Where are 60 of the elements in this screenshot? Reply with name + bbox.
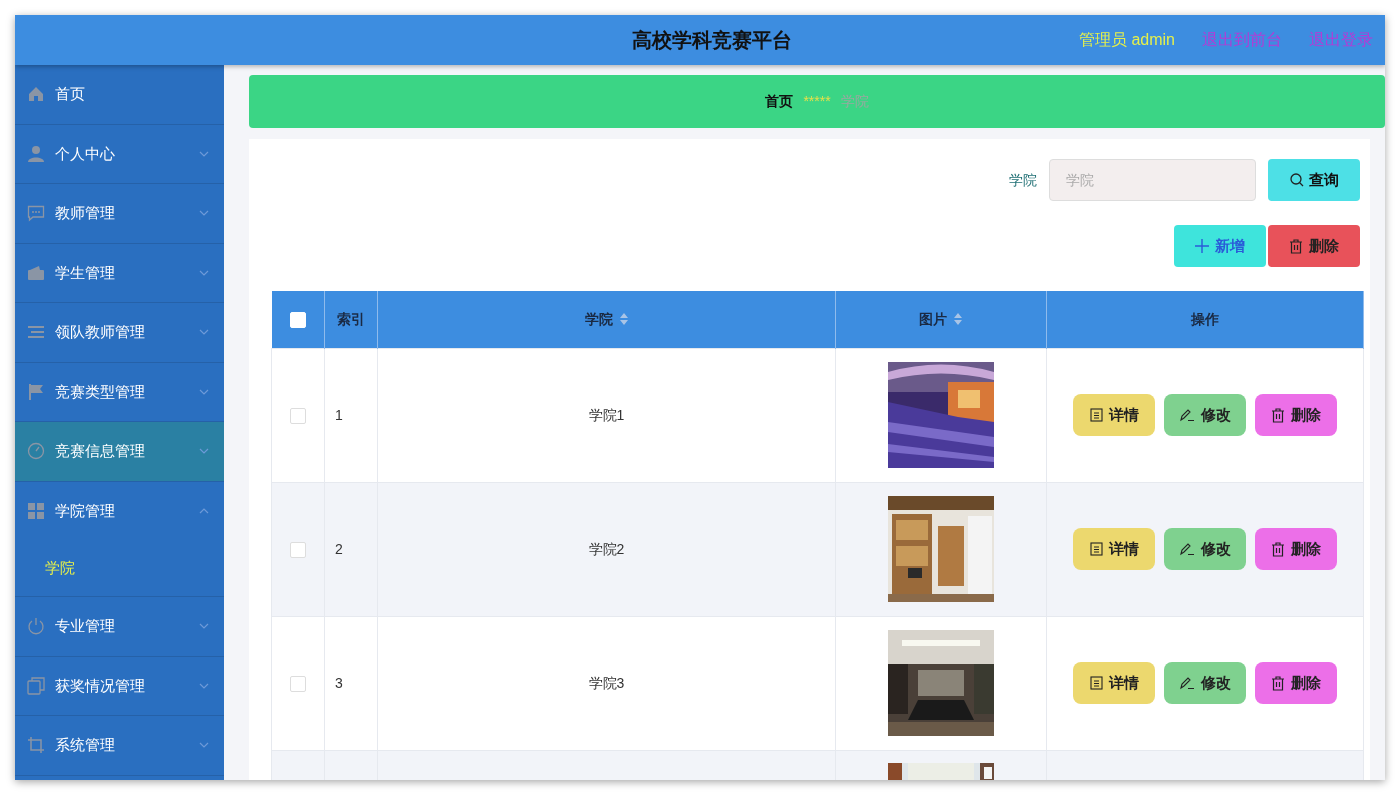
user-icon [27,144,45,163]
document-icon [1089,542,1103,556]
column-header: 操作 [1046,291,1364,348]
table-cell: 学院2 [377,482,836,616]
row-checkbox[interactable] [290,675,306,692]
column-header[interactable]: 学院 [377,291,836,348]
crop-icon [27,736,45,755]
document-icon [1089,676,1103,690]
trash-icon [1271,675,1285,691]
edit-button[interactable]: 修改 [1164,528,1246,570]
plus-icon [1195,239,1209,253]
gauge-icon [27,442,45,461]
breadcrumb-item[interactable]: 首页 [765,91,794,112]
row-checkbox[interactable] [290,541,306,558]
field-label: 学院 [1009,170,1037,190]
select-all-checkbox[interactable] [289,312,306,329]
sort-icon[interactable] [618,311,629,326]
delete-button[interactable]: 删除 [1255,394,1337,436]
pencil-icon [1179,676,1195,690]
sidebar-item[interactable]: 学院管理 [15,481,224,541]
details-button[interactable]: 详情 [1073,662,1155,704]
document-icon [1089,408,1103,422]
table-cell: 1 [324,348,378,482]
message-icon [27,204,45,223]
table-cell: 2 [324,482,378,616]
search-icon [1289,173,1304,187]
details-button[interactable]: 详情 [1073,394,1155,436]
submenu-item[interactable]: 学院 [15,541,224,596]
column-header[interactable]: 图片 [835,291,1047,348]
trash-icon [1271,407,1285,423]
row-checkbox[interactable] [290,407,306,424]
edit-button[interactable]: 修改 [1164,662,1246,704]
edit-button[interactable]: 修改 [1164,394,1246,436]
trash-icon [1289,238,1303,254]
flag-icon [27,382,45,401]
details-button[interactable]: 详情 [1073,528,1155,570]
search-button[interactable]: 查询 [1268,159,1360,201]
delete-button[interactable]: 删除 [1268,225,1360,267]
delete-button[interactable]: 删除 [1255,662,1337,704]
column-header: 索引 [324,291,378,348]
search-field[interactable]: 学院 [1049,159,1256,201]
copy-icon [27,676,45,695]
grid-icon [27,502,45,521]
delete-button[interactable]: 删除 [1255,528,1337,570]
trash-icon [1271,541,1285,557]
add-button[interactable]: 新增 [1174,225,1266,267]
breadcrumb-separator: ***** [803,92,831,111]
pencil-icon [1179,408,1195,422]
wallet-icon [27,263,45,282]
pencil-icon [1179,542,1195,556]
table-cell: 学院3 [377,616,836,750]
user-label: 管理员 admin [1078,30,1175,50]
home-icon [27,85,45,104]
breadcrumb-item: 学院 [840,92,869,111]
power-icon [27,617,45,636]
sidebar-item[interactable]: 竞赛信息管理 [15,422,224,482]
app-title: 高校学科竞赛平台 [632,28,792,53]
table-cell: 学院1 [377,348,836,482]
table-cell: 3 [324,616,378,750]
sort-icon[interactable] [953,311,963,326]
